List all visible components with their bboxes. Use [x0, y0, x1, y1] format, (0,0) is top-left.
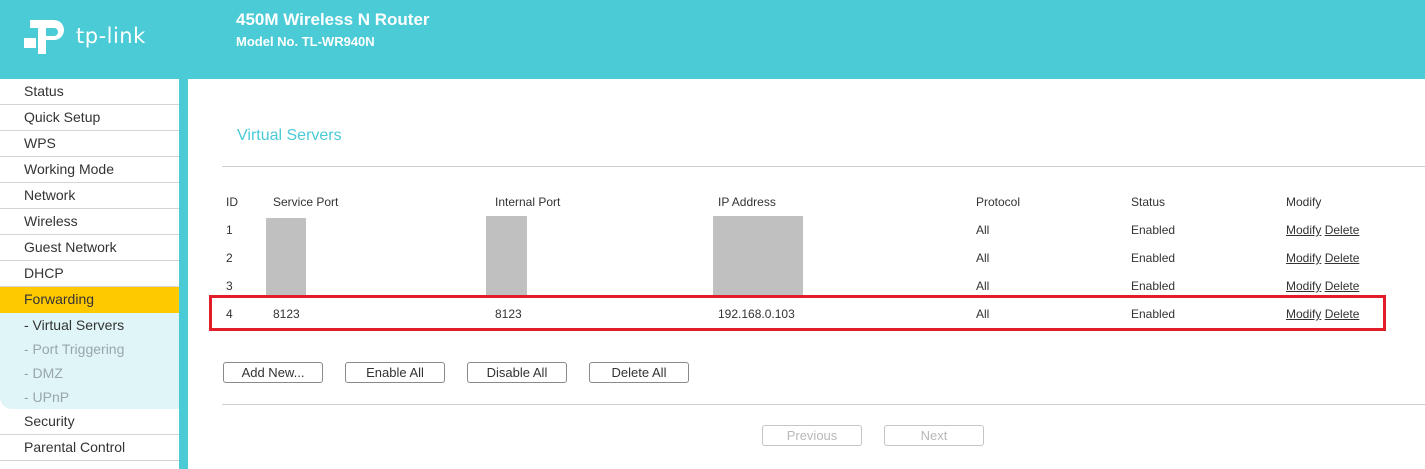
- row-id: 4: [226, 307, 233, 321]
- page-title: Virtual Servers: [237, 127, 342, 144]
- tp-link-logo-icon: [24, 20, 64, 54]
- column-header-service-port: Service Port: [273, 195, 339, 209]
- sidebar-item-forwarding[interactable]: Forwarding: [0, 287, 179, 313]
- sidebar-subitem-upnp[interactable]: - UPnP: [0, 385, 179, 409]
- column-header-protocol: Protocol: [976, 195, 1021, 209]
- sidebar-item-wireless[interactable]: Wireless: [0, 209, 179, 235]
- divider: [222, 166, 1425, 167]
- row-status: Enabled: [1131, 279, 1176, 293]
- column-header-status: Status: [1131, 195, 1166, 209]
- row-status: Enabled: [1131, 223, 1176, 237]
- sidebar-item-security[interactable]: Security: [0, 409, 179, 435]
- disable-all-button[interactable]: Disable All: [467, 362, 567, 383]
- sidebar-item-status[interactable]: Status: [0, 79, 179, 105]
- modify-link[interactable]: Modify: [1286, 223, 1321, 237]
- row-protocol: All: [976, 251, 990, 265]
- modify-link[interactable]: Modify: [1286, 307, 1321, 321]
- modify-link[interactable]: Modify: [1286, 279, 1321, 293]
- row-protocol: All: [976, 223, 990, 237]
- redacted-internal-ports: [486, 216, 527, 295]
- sidebar-item-working-mode[interactable]: Working Mode: [0, 157, 179, 183]
- delete-link[interactable]: Delete: [1325, 251, 1360, 265]
- forwarding-submenu: - Virtual Servers - Port Triggering - DM…: [0, 313, 179, 409]
- row-actions: Modify Delete: [1286, 279, 1359, 293]
- row-protocol: All: [976, 307, 990, 321]
- row-actions: Modify Delete: [1286, 251, 1359, 265]
- row-internal-port: 8123: [495, 307, 522, 321]
- row-status: Enabled: [1131, 251, 1176, 265]
- row-status: Enabled: [1131, 307, 1176, 321]
- row-actions: Modify Delete: [1286, 223, 1359, 237]
- previous-button[interactable]: Previous: [762, 425, 862, 446]
- row-id: 1: [226, 223, 233, 237]
- row-ip-address: 192.168.0.103: [718, 307, 795, 321]
- sidebar-menu: Status Quick Setup WPS Working Mode Netw…: [0, 79, 179, 469]
- highlight-box: [209, 295, 1386, 331]
- sidebar-item-network[interactable]: Network: [0, 183, 179, 209]
- sidebar-subitem-port-triggering[interactable]: - Port Triggering: [0, 337, 179, 361]
- redacted-service-ports: [266, 218, 306, 295]
- product-model: Model No. TL-WR940N: [236, 34, 375, 49]
- sidebar-item-parental-control[interactable]: Parental Control: [0, 435, 179, 461]
- column-header-ip-address: IP Address: [718, 195, 776, 209]
- sidebar-subitem-dmz[interactable]: - DMZ: [0, 361, 179, 385]
- next-button[interactable]: Next: [884, 425, 984, 446]
- column-header-modify: Modify: [1286, 195, 1322, 209]
- delete-all-button[interactable]: Delete All: [589, 362, 689, 383]
- add-new-button[interactable]: Add New...: [223, 362, 323, 383]
- sidebar-item-wps[interactable]: WPS: [0, 131, 179, 157]
- sidebar-item-quick-setup[interactable]: Quick Setup: [0, 105, 179, 131]
- column-header-id: ID: [226, 195, 238, 209]
- redacted-ip-addresses: [713, 216, 803, 295]
- logo-text: tp-link: [76, 24, 146, 48]
- tp-link-logo: tp-link: [24, 14, 159, 64]
- delete-link[interactable]: Delete: [1325, 279, 1360, 293]
- delete-link[interactable]: Delete: [1325, 307, 1360, 321]
- column-header-internal-port: Internal Port: [495, 195, 561, 209]
- enable-all-button[interactable]: Enable All: [345, 362, 445, 383]
- sidebar: Status Quick Setup WPS Working Mode Netw…: [0, 79, 188, 469]
- row-actions: Modify Delete: [1286, 307, 1359, 321]
- delete-link[interactable]: Delete: [1325, 223, 1360, 237]
- sidebar-item-dhcp[interactable]: DHCP: [0, 261, 179, 287]
- row-protocol: All: [976, 279, 990, 293]
- sidebar-subitem-virtual-servers[interactable]: - Virtual Servers: [0, 313, 179, 337]
- sidebar-item-guest-network[interactable]: Guest Network: [0, 235, 179, 261]
- header: tp-link 450M Wireless N Router Model No.…: [0, 0, 1425, 79]
- row-id: 3: [226, 279, 233, 293]
- divider: [222, 404, 1425, 405]
- row-service-port: 8123: [273, 307, 300, 321]
- row-id: 2: [226, 251, 233, 265]
- modify-link[interactable]: Modify: [1286, 251, 1321, 265]
- product-title: 450M Wireless N Router: [236, 10, 430, 29]
- main-content: Virtual Servers ID Service Port Internal…: [188, 79, 1425, 469]
